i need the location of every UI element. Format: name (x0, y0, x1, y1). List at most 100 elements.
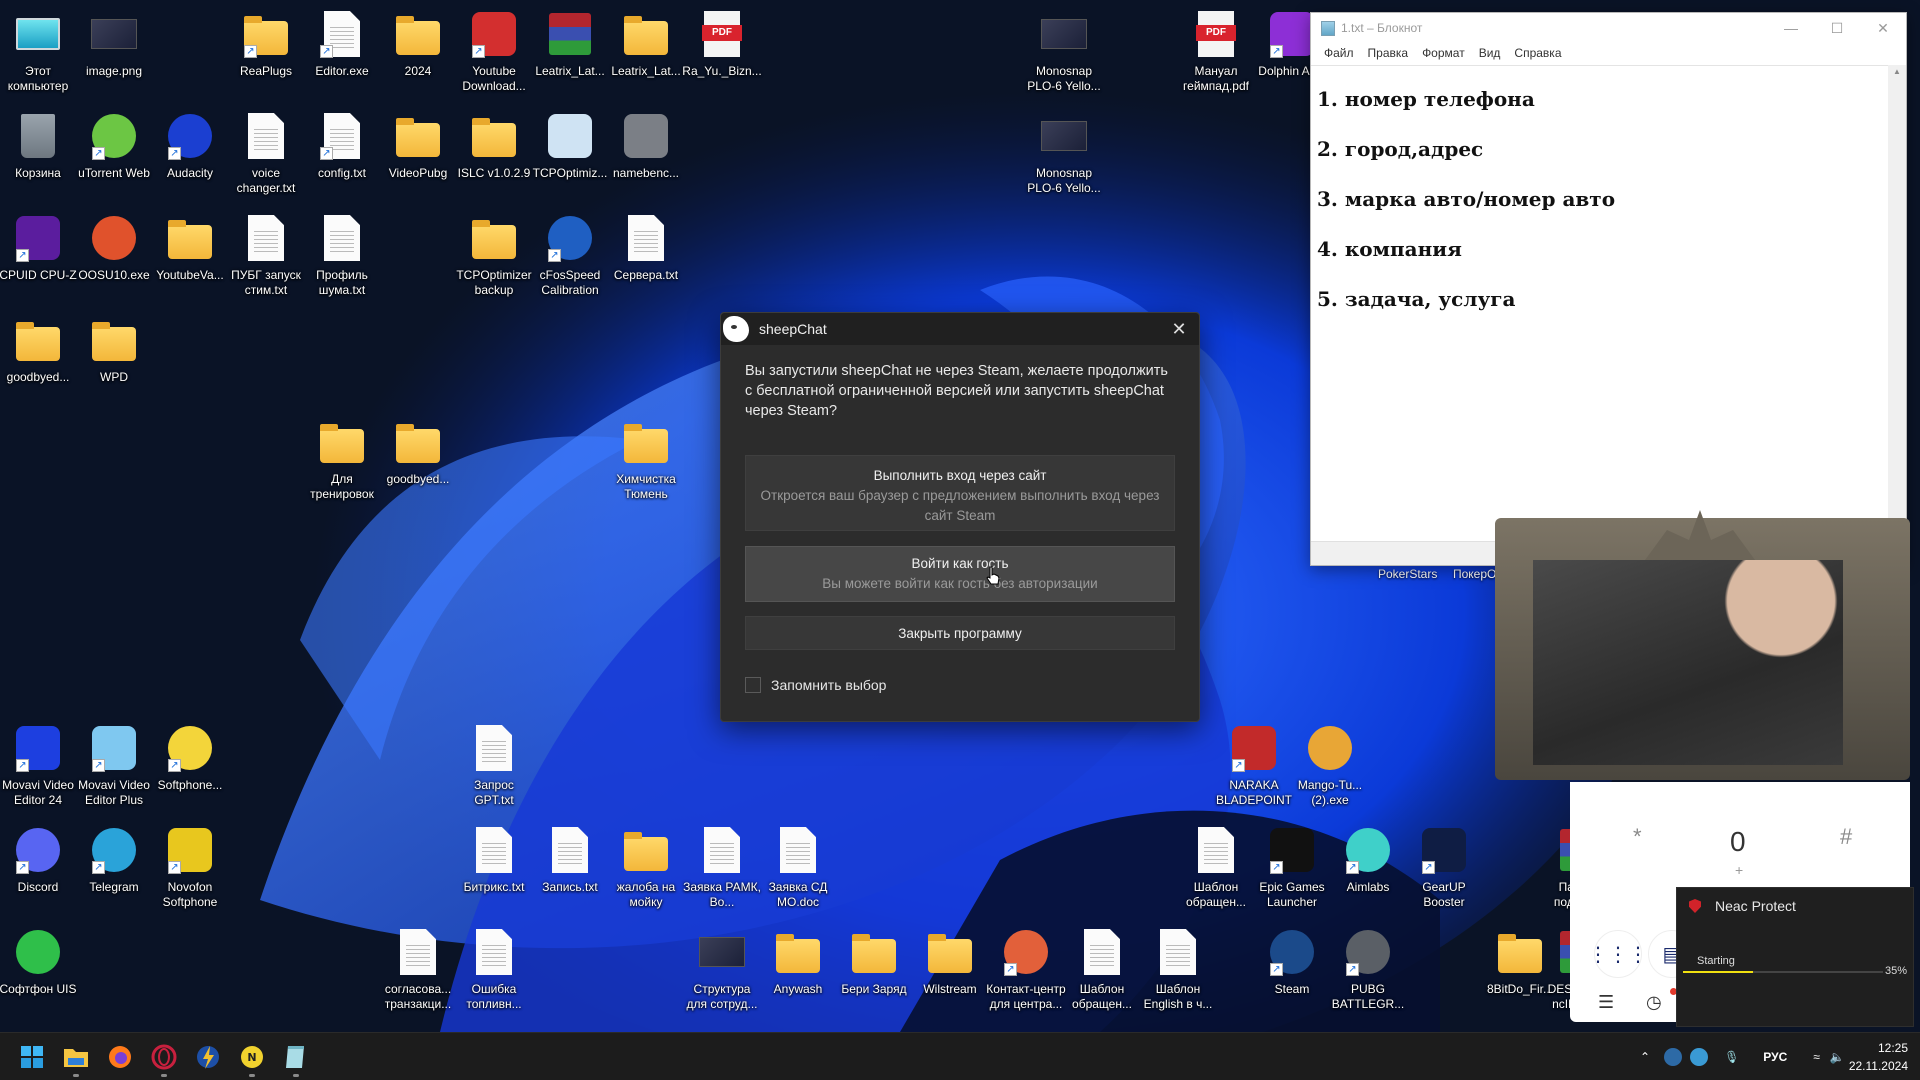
desktop-icon[interactable]: ↗ GearUP Booster (1406, 826, 1482, 910)
desktop-icon[interactable]: Этот компьютер (0, 10, 76, 94)
desktop-icon[interactable]: ↗ Editor.exe (304, 10, 380, 79)
volume-icon[interactable]: 🔈 (1830, 1050, 1845, 1064)
desktop-icon[interactable]: ↗ Novofon Softphone (152, 826, 228, 910)
desktop-icon[interactable]: VideoPubg (380, 112, 456, 181)
desktop-icon[interactable]: ↗ Movavi Video Editor Plus (76, 724, 152, 808)
microphone-icon[interactable]: 🎙 (1724, 1050, 1739, 1064)
desktop-icon[interactable]: Ошибка топливн... (456, 928, 532, 1012)
desktop-icon[interactable]: ↗ Discord (0, 826, 76, 895)
login-via-site-button[interactable]: Выполнить вход через сайт Откроется ваш … (745, 455, 1175, 531)
wifi-icon[interactable]: ≈ (1813, 1050, 1820, 1064)
notepad-window[interactable]: 1.txt – Блокнот — ☐ ✕ Файл Правка Формат… (1310, 12, 1907, 566)
desktop-icon[interactable]: ↗ PUBG BATTLEGR... (1330, 928, 1406, 1012)
sheepchat-dialog[interactable]: sheepChat ✕ Вы запустили sheepChat не че… (720, 312, 1200, 722)
desktop-icon[interactable]: ISLC v1.0.2.9 (456, 112, 532, 181)
desktop-icon[interactable]: goodbyed... (380, 418, 456, 487)
desktop-label-pokerstars[interactable]: PokerStars (1378, 567, 1437, 581)
close-button[interactable]: ✕ (1860, 13, 1906, 43)
desktop-icon[interactable]: TCPOptimizer backup (456, 214, 532, 298)
desktop-icon[interactable]: ↗ Контакт-центр для центра... (986, 928, 1066, 1012)
desktop-icon[interactable]: ↗ Youtube Download... (456, 10, 532, 94)
menu-edit[interactable]: Правка (1361, 43, 1416, 63)
desktop-icon[interactable]: Запрос GPT.txt (456, 724, 532, 808)
desktop-icon[interactable]: Leatrix_Lat... (532, 10, 608, 79)
keypad-button[interactable]: ⋮⋮⋮ (1588, 930, 1648, 978)
desktop-icon[interactable]: Корзина (0, 112, 76, 181)
taskbar-novofon[interactable]: N (236, 1041, 268, 1077)
desktop-icon[interactable]: ↗ ReaPlugs (228, 10, 304, 79)
desktop-icon[interactable]: PDF Мануал геймпад.pdf (1178, 10, 1254, 94)
desktop-icon[interactable]: ПУБГ запуск стим.txt (228, 214, 304, 298)
desktop-icon[interactable]: Бери Заряд (836, 928, 912, 997)
desktop-icon[interactable]: voice changer.txt (228, 112, 304, 196)
desktop-icon[interactable]: Сервера.txt (608, 214, 684, 283)
desktop-icon[interactable]: ↗ Softphone... (152, 724, 228, 793)
key-star[interactable]: * (1633, 824, 1642, 850)
telegram-tray-icon[interactable] (1690, 1048, 1709, 1066)
taskbar-firefox[interactable] (104, 1041, 136, 1073)
minimize-button[interactable]: — (1768, 13, 1814, 43)
desktop-icon[interactable]: Запись.txt (532, 826, 608, 895)
desktop-icon[interactable]: Химчистка Тюмень (608, 418, 684, 502)
desktop-icon[interactable]: goodbyed... (0, 316, 76, 385)
desktop-icon[interactable]: Софтфон UIS (0, 928, 76, 997)
desktop-icon[interactable]: ↗ CPUID CPU-Z (0, 214, 77, 283)
desktop-icon[interactable]: Anywash (760, 928, 836, 997)
key-zero[interactable]: 0 (1730, 826, 1746, 858)
clock[interactable]: 12:25 22.11.2024 (1849, 1039, 1908, 1075)
desktop-icon[interactable]: PDF Ra_Yu._Bizn... (682, 10, 762, 79)
desktop-icon[interactable]: ↗ config.txt (304, 112, 380, 181)
dialog-close-button[interactable]: ✕ (1159, 313, 1199, 345)
desktop-icon[interactable]: Заявка РАМК, Во... (683, 826, 761, 910)
desktop-icon[interactable]: image.png (76, 10, 152, 79)
desktop-icon[interactable]: namebenc... (608, 112, 684, 181)
desktop-icon[interactable]: ↗ Audacity (152, 112, 228, 181)
neac-protect-toast[interactable]: Neac Protect Starting 35% (1676, 887, 1914, 1027)
taskbar-file-explorer[interactable] (60, 1041, 92, 1077)
desktop-icon[interactable]: ↗ NARAKA BLADEPOINT (1216, 724, 1292, 808)
remember-choice-checkbox[interactable]: Запомнить выбор (745, 677, 886, 693)
vertical-scrollbar[interactable] (1888, 65, 1906, 541)
menu-view[interactable]: Вид (1472, 43, 1508, 63)
language-indicator[interactable]: РУС (1763, 1050, 1787, 1064)
desktop-icon[interactable]: Заявка СД МО.doc (760, 826, 836, 910)
taskbar-opera[interactable] (148, 1041, 180, 1077)
key-hash[interactable]: # (1840, 824, 1852, 850)
desktop-icon[interactable]: Шаблон English в ч... (1140, 928, 1216, 1012)
desktop-icon[interactable]: 2024 (380, 10, 456, 79)
desktop-icon[interactable]: ↗ Movavi Video Editor 24 (0, 724, 76, 808)
desktop-icon[interactable]: Leatrix_Lat... (608, 10, 684, 79)
desktop-icon[interactable]: ↗ cFosSpeed Calibration (532, 214, 608, 298)
desktop-icon[interactable]: OOSU10.exe (76, 214, 152, 283)
notepad-text-area[interactable]: 1. номер телефона 2. город,адрес 3. марк… (1311, 65, 1888, 541)
notepad-titlebar[interactable]: 1.txt – Блокнот — ☐ ✕ (1311, 13, 1906, 43)
desktop-icon[interactable]: Mango-Tu... (2).exe (1292, 724, 1368, 808)
desktop-icon[interactable]: ↗ Steam (1254, 928, 1330, 997)
desktop-icon[interactable]: Monosnap PLO-6 Yello... (1026, 112, 1102, 196)
checkbox-box[interactable] (745, 677, 761, 693)
menu-format[interactable]: Формат (1415, 43, 1472, 63)
desktop-icon[interactable]: Monosnap PLO-6 Yello... (1026, 10, 1102, 94)
desktop-icon[interactable]: Шаблон обращен... (1178, 826, 1254, 910)
menu-file[interactable]: Файл (1317, 43, 1361, 63)
steam-tray-icon[interactable] (1664, 1048, 1683, 1066)
desktop-icon[interactable]: Структура для сотруд... (684, 928, 760, 1012)
desktop-icon[interactable]: Битрикс.txt (456, 826, 532, 895)
taskbar-lightning-app[interactable] (192, 1041, 224, 1073)
desktop-icon[interactable]: WPD (76, 316, 152, 385)
show-hidden-icons-chevron[interactable]: ⌃ (1640, 1050, 1650, 1064)
desktop-icon[interactable]: Для тренировок (304, 418, 380, 502)
desktop-icon[interactable]: Шаблон обращен... (1064, 928, 1140, 1012)
desktop-icon[interactable]: Профиль шума.txt (304, 214, 380, 298)
desktop-icon[interactable]: ↗ uTorrent Web (76, 112, 152, 181)
desktop-icon[interactable]: TCPOptimiz... (532, 112, 608, 181)
close-program-button[interactable]: Закрыть программу (745, 616, 1175, 650)
dialog-titlebar[interactable]: sheepChat ✕ (721, 313, 1199, 345)
desktop-icon[interactable]: ↗ Epic Games Launcher (1254, 826, 1330, 910)
call-history-icon[interactable]: ◷ (1646, 992, 1662, 1013)
menu-help[interactable]: Справка (1507, 43, 1568, 63)
settings-sliders-icon[interactable]: ☰ (1598, 992, 1614, 1013)
start-button[interactable] (16, 1041, 48, 1073)
taskbar-notepad[interactable] (280, 1041, 312, 1077)
login-as-guest-button[interactable]: Войти как гость Вы можете войти как гост… (745, 546, 1175, 602)
